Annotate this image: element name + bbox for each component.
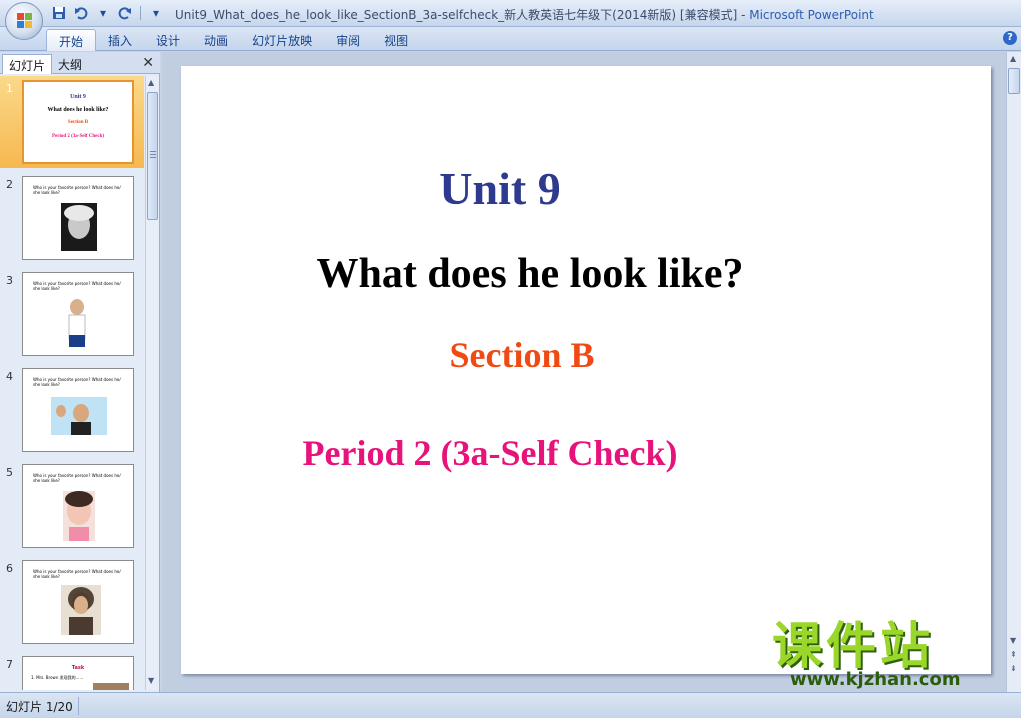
watermark-logo-text: 课件站 — [772, 617, 934, 675]
thumbnail-number: 5 — [6, 466, 13, 479]
scroll-down-icon[interactable]: ▼ — [148, 676, 154, 685]
thumbnail-preview: Who is your favorite person? What does h… — [22, 464, 134, 548]
slide-period-title[interactable]: Period 2 (3a-Self Check) — [85, 432, 895, 474]
thumbnail-number: 6 — [6, 562, 13, 575]
slide-section-title[interactable]: Section B — [117, 334, 927, 376]
thumbnail-preview: Unit 9 What does he look like? Section B… — [22, 80, 134, 164]
thumbnail-preview: Who is your favorite person? What does h… — [22, 560, 134, 644]
tab-review[interactable]: 审阅 — [324, 29, 372, 51]
scroll-up-icon[interactable]: ▲ — [1010, 54, 1016, 63]
watermark-url: www.kjzhan.com — [790, 669, 961, 690]
status-bar: 幻灯片 1/20 — [0, 692, 1021, 718]
thumbnail-number: 2 — [6, 178, 13, 191]
thumbnail-period: Period 2 (3a-Self Check) — [51, 134, 105, 139]
portrait-photo — [61, 203, 97, 251]
office-logo-icon — [17, 13, 32, 28]
thumbnail-slide-6[interactable]: 6 Who is your favorite person? What does… — [0, 556, 144, 648]
portrait-photo — [63, 491, 95, 541]
thumbnail-link — [41, 609, 61, 613]
watermark: 课件站 www.kjzhan.com — [772, 617, 1004, 691]
tab-outline[interactable]: 大纲 — [52, 54, 88, 74]
thumbnail-number: 7 — [6, 658, 13, 671]
thumbnail-text: Who is your favorite person? What does h… — [33, 377, 121, 387]
thumbnail-number: 4 — [6, 370, 13, 383]
tab-animations[interactable]: 动画 — [192, 29, 240, 51]
thumbnail-section: Section B — [67, 120, 89, 125]
thumbnail-unit: Unit 9 — [70, 94, 86, 100]
slide-counter: 幻灯片 1/20 — [6, 700, 73, 714]
thumbnail-slide-1[interactable]: 1 Unit 9 What does he look like? Section… — [0, 76, 144, 168]
office-button[interactable] — [5, 2, 43, 40]
ribbon-tabs: 开始 插入 设计 动画 幻灯片放映 审阅 视图 — [46, 29, 420, 51]
undo-icon[interactable] — [72, 4, 90, 22]
close-icon[interactable]: ✕ — [142, 55, 154, 71]
panel-tabs: 幻灯片 大纲 ✕ — [0, 52, 160, 74]
scroll-down-icon[interactable]: ▼ — [1010, 636, 1016, 645]
save-icon[interactable] — [50, 4, 68, 22]
thumbnail-title: Task — [71, 665, 85, 671]
thumbnail-text: Who is your favorite person? What does h… — [33, 569, 121, 579]
thumbnail-text: 1. Mrs. Brown 发现我的...... — [31, 675, 84, 680]
slide-scrollbar[interactable]: ▲ ▼ ⇞ ⇟ — [1006, 52, 1021, 692]
thumbnail-preview: Task 1. Mrs. Brown 发现我的...... — [22, 656, 134, 690]
undo-dropdown-icon[interactable]: ▾ — [94, 4, 112, 22]
title-bar: ▾ ▾ Unit9_What_does_he_look_like_Section… — [0, 0, 1021, 27]
thumbnail-image — [93, 683, 129, 690]
app-name: Microsoft PowerPoint — [749, 8, 874, 22]
tab-slides[interactable]: 幻灯片 — [2, 54, 53, 74]
thumbnail-number: 1 — [6, 82, 13, 95]
next-slide-icon[interactable]: ⇟ — [1010, 664, 1017, 673]
document-title: Unit9_What_does_he_look_like_SectionB_3a… — [175, 8, 750, 22]
tab-view[interactable]: 视图 — [372, 29, 420, 51]
slide-unit-title[interactable]: Unit 9 — [95, 162, 905, 215]
thumbnail-question: What does he look like? — [47, 107, 109, 113]
tab-slide-show[interactable]: 幻灯片放映 — [240, 29, 324, 51]
thumbnail-link — [41, 515, 61, 519]
slide-question-title[interactable]: What does he look like? — [125, 250, 935, 298]
portrait-photo — [51, 397, 107, 435]
portrait-photo — [63, 295, 91, 347]
scrollbar-thumb[interactable] — [1008, 68, 1020, 94]
thumbnail-text: Who is your favorite person? What does h… — [33, 281, 121, 291]
customize-toolbar-icon[interactable]: ▾ — [147, 4, 165, 22]
tab-design[interactable]: 设计 — [144, 29, 192, 51]
thumbnail-link — [35, 227, 55, 231]
thumbnail-number: 3 — [6, 274, 13, 287]
previous-slide-icon[interactable]: ⇞ — [1010, 650, 1017, 659]
status-separator — [78, 697, 79, 715]
scroll-up-icon[interactable]: ▲ — [148, 78, 154, 87]
thumbnail-text: Who is your favorite person? What does h… — [33, 473, 121, 483]
ribbon: 开始 插入 设计 动画 幻灯片放映 审阅 视图 ? — [0, 27, 1021, 51]
tab-insert[interactable]: 插入 — [96, 29, 144, 51]
qat-separator — [140, 6, 141, 20]
redo-icon[interactable] — [116, 4, 134, 22]
help-icon[interactable]: ? — [1003, 31, 1017, 45]
slide-canvas[interactable]: Unit 9 What does he look like? Section B… — [181, 66, 991, 674]
quick-access-toolbar: ▾ ▾ — [50, 4, 165, 22]
slide-editor: Unit 9 What does he look like? Section B… — [162, 52, 1006, 692]
thumbnail-slide-7[interactable]: 7 Task 1. Mrs. Brown 发现我的...... — [0, 652, 144, 690]
window-title: Unit9_What_does_he_look_like_SectionB_3a… — [175, 6, 874, 23]
tab-home[interactable]: 开始 — [46, 29, 97, 51]
portrait-photo — [61, 585, 101, 635]
